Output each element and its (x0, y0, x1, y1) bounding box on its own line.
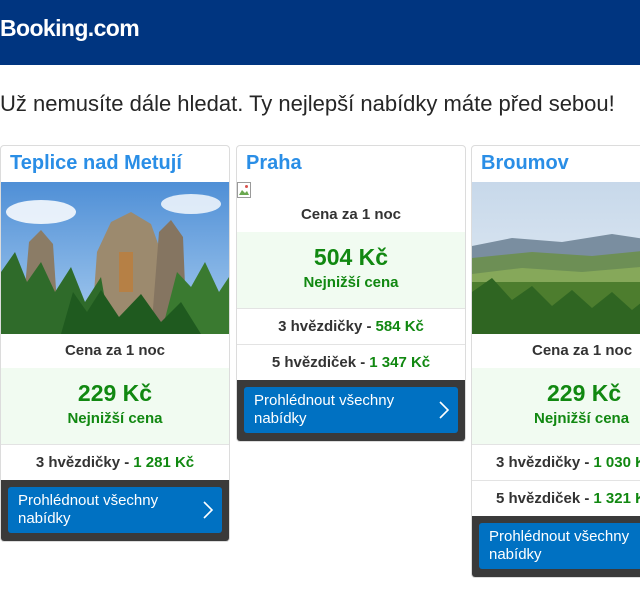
header-bar: Booking.com (0, 0, 640, 65)
lowest-price-note: Nejnižší cena (303, 274, 399, 291)
chevron-right-icon (203, 501, 214, 519)
view-all-offers-button[interactable]: Prohlédnout všechny nabídky (244, 387, 458, 433)
destination-card: Praha Cena za 1 noc 504 Kč Nejnižší cena… (236, 145, 466, 442)
page-headline: Už nemusíte dále hledat. Ty nejlepší nab… (0, 91, 615, 116)
star-price-row[interactable]: 5 hvězdiček -1 321 Kč (472, 480, 640, 516)
lowest-price-note: Nejnižší cena (534, 410, 630, 427)
landscape-image (472, 182, 640, 334)
destination-title-link[interactable]: Broumov (472, 146, 640, 182)
booking-logo[interactable]: Booking.com (0, 15, 140, 42)
view-all-offers-label: Prohlédnout všechny nabídky (18, 492, 159, 527)
destination-title-link[interactable]: Teplice nad Metují (1, 146, 229, 182)
destination-photo[interactable] (472, 182, 640, 334)
cta-wrapper: Prohlédnout všechny nabídky (472, 516, 640, 577)
star-price-row[interactable]: 3 hvězdičky -1 030 Kč (472, 444, 640, 480)
star-price-row[interactable]: 5 hvězdiček -1 347 Kč (237, 344, 465, 380)
broken-image-icon (237, 182, 251, 198)
star-category-label: 3 hvězdičky - (496, 454, 590, 471)
chevron-right-icon (439, 401, 450, 419)
star-category-price: 1 321 Kč (593, 490, 640, 507)
star-category-label: 3 hvězdičky - (278, 318, 372, 335)
destination-photo[interactable] (237, 182, 465, 198)
star-price-row[interactable]: 3 hvězdičky -584 Kč (237, 308, 465, 344)
lowest-price-box: 504 Kč Nejnižší cena (237, 232, 465, 308)
view-all-offers-button[interactable]: Prohlédnout všechny nabídky (8, 487, 222, 533)
price-label: Cena za 1 noc (64, 342, 166, 359)
price-label: Cena za 1 noc (532, 342, 633, 359)
lowest-price-note: Nejnižší cena (67, 410, 163, 427)
view-all-offers-label: Prohlédnout všechny nabídky (489, 528, 630, 563)
star-category-label: 5 hvězdiček - (496, 490, 590, 507)
cta-wrapper: Prohlédnout všechny nabídky (237, 380, 465, 441)
view-all-offers-label: Prohlédnout všechny nabídky (254, 392, 395, 427)
lowest-price: 229 Kč (77, 380, 153, 406)
cta-wrapper: Prohlédnout všechny nabídky (1, 480, 229, 541)
destination-card: Teplice nad Metují Cena za 1 noc 229 Kč … (0, 145, 230, 542)
star-category-price: 1 281 Kč (133, 454, 195, 471)
price-label: Cena za 1 noc (300, 206, 402, 223)
lowest-price-box: 229 Kč Nejnižší cena (472, 368, 640, 444)
star-category-price: 1 347 Kč (369, 354, 431, 371)
lowest-price-box: 229 Kč Nejnižší cena (1, 368, 229, 444)
destination-photo[interactable] (1, 182, 229, 334)
star-price-row[interactable]: 3 hvězdičky -1 281 Kč (1, 444, 229, 480)
destination-title-link[interactable]: Praha (237, 146, 465, 182)
rock-formation-image (1, 182, 229, 334)
star-category-price: 584 Kč (375, 318, 424, 335)
star-category-label: 3 hvězdičky - (35, 454, 130, 471)
lowest-price: 504 Kč (313, 244, 389, 270)
star-category-label: 5 hvězdiček - (271, 354, 366, 371)
lowest-price: 229 Kč (547, 380, 622, 406)
destination-card: Broumov Cena za 1 noc 229 Kč Nejnižší ce… (471, 145, 640, 578)
view-all-offers-button[interactable]: Prohlédnout všechny nabídky (479, 523, 640, 569)
star-category-price: 1 030 Kč (593, 454, 640, 471)
